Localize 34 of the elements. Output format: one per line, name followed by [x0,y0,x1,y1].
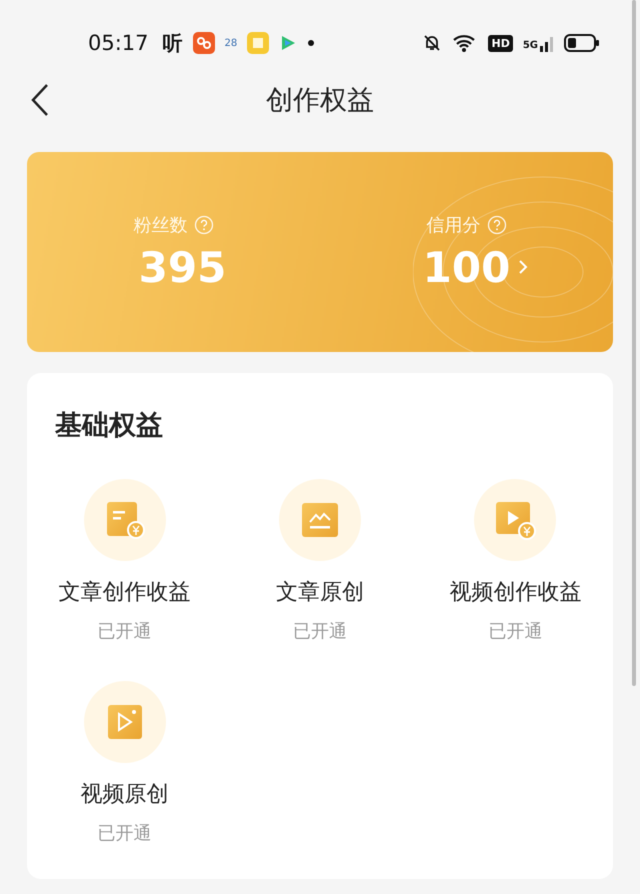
stat-value: 395 [138,242,226,292]
benefit-name: 视频原创 [80,781,169,809]
dot-icon [307,39,316,47]
benefit-status: 已开通 [98,822,152,845]
page-title: 创作权益 [266,84,374,118]
app-notification-icon [192,32,215,54]
chevron-right-icon[interactable] [518,259,528,275]
stat-value: 100 [422,242,510,292]
chart-document-icon [300,502,339,538]
video-yen-icon [494,500,536,540]
calendar-day: 28 [224,38,238,48]
stat-label: 粉丝数 [134,214,188,236]
document-yen-icon [104,500,145,540]
benefit-name: 视频创作收益 [449,579,582,607]
video-icon [106,704,143,740]
bell-off-icon [422,33,442,53]
stat-label: 信用分 [426,214,480,236]
benefit-status: 已开通 [292,620,347,643]
hd-badge: HD [488,34,513,52]
app-notification-icon [247,32,270,54]
benefit-name: 文章创作收益 [58,579,191,607]
back-button[interactable] [30,83,50,117]
benefit-name: 文章原创 [276,579,364,607]
benefit-status: 已开通 [98,620,152,643]
app-notification-icon: 听 [162,30,183,56]
section-title: 基础权益 [54,409,164,443]
signal-icon [540,34,554,52]
status-time: 05:17 [88,31,149,55]
benefit-status: 已开通 [488,620,542,643]
battery-icon [564,33,600,53]
network-type: 5G [522,40,538,51]
help-icon[interactable] [486,214,506,234]
help-icon[interactable] [194,214,214,234]
play-icon [279,34,298,52]
